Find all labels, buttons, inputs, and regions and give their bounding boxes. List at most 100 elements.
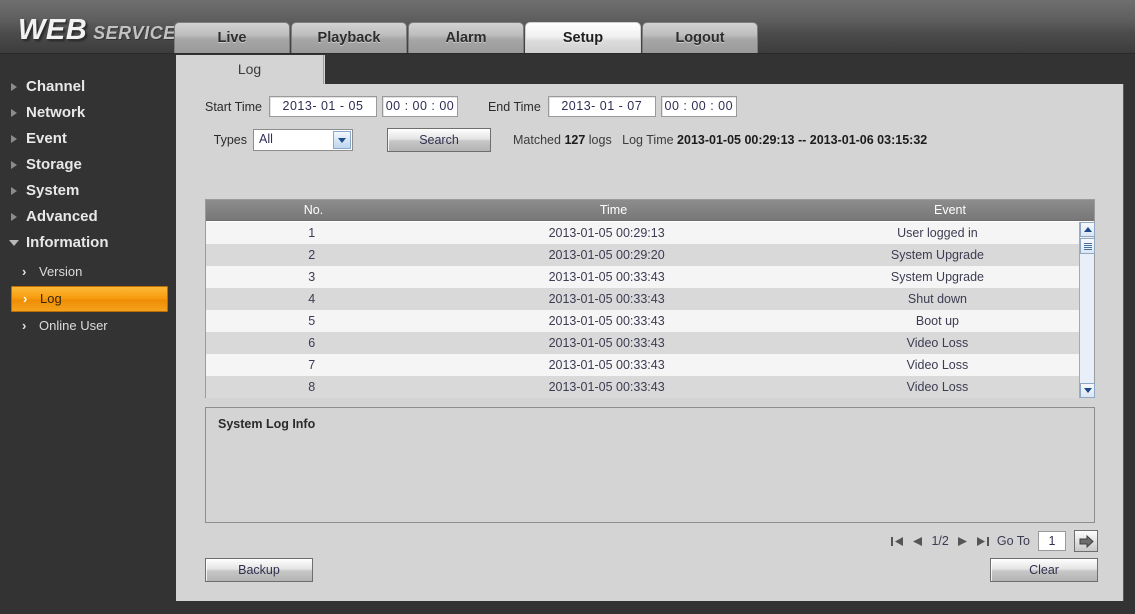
chevron-right-icon xyxy=(11,83,17,91)
log-table-scrollbar[interactable] xyxy=(1079,222,1095,398)
table-row[interactable]: 4 2013-01-05 00:33:43 Shut down xyxy=(206,288,1079,310)
sidebar-subitem-label: Online User xyxy=(39,318,108,333)
sidebar-item-system[interactable]: System xyxy=(0,178,175,204)
sidebar-item-information[interactable]: Information xyxy=(0,230,175,256)
sidebar-item-label: Event xyxy=(26,130,67,147)
logo-secondary-text: SERVICE xyxy=(93,23,176,43)
web-service-app: WEB SERVICE Live Playback Alarm Setup Log… xyxy=(0,0,1135,614)
go-arrow-icon[interactable] xyxy=(1074,530,1098,552)
app-logo: WEB SERVICE xyxy=(18,14,176,47)
cell-time: 2013-01-05 00:33:43 xyxy=(548,292,665,306)
sidebar-item-online-user[interactable]: › Online User xyxy=(11,313,168,339)
table-row[interactable]: 8 2013-01-05 00:33:43 Video Loss xyxy=(206,376,1079,398)
sidebar-item-log[interactable]: › Log xyxy=(11,286,168,312)
matched-prefix-label: Matched xyxy=(513,133,561,147)
nav-tab-playback[interactable]: Playback xyxy=(291,22,407,53)
prev-page-icon[interactable] xyxy=(912,536,923,547)
cell-time: 2013-01-05 00:33:43 xyxy=(548,270,665,284)
sidebar-subitem-label: Version xyxy=(39,264,83,279)
search-button[interactable]: Search xyxy=(387,128,491,152)
sidebar-item-channel[interactable]: Channel xyxy=(0,74,175,100)
cell-time: 2013-01-05 00:33:43 xyxy=(548,336,665,350)
goto-page-input[interactable]: 1 xyxy=(1038,531,1066,551)
time-range-row: Start Time 2013- 01 - 05 00 : 00 : 00 En… xyxy=(205,96,737,117)
chevron-right-icon xyxy=(11,109,17,117)
table-row[interactable]: 7 2013-01-05 00:33:43 Video Loss xyxy=(206,354,1079,376)
backup-button[interactable]: Backup xyxy=(205,558,313,582)
log-page-body: Start Time 2013- 01 - 05 00 : 00 : 00 En… xyxy=(176,84,1124,601)
nav-tab-alarm[interactable]: Alarm xyxy=(408,22,524,53)
types-label: Types xyxy=(213,133,247,147)
sidebar-item-label: Channel xyxy=(26,78,86,95)
tabstrip-filler xyxy=(325,55,1124,84)
log-table: No. Time Event 1 2013-01-05 00:29:13 Use… xyxy=(205,199,1095,398)
scroll-down-icon[interactable] xyxy=(1080,383,1095,398)
matched-logs-status: Matched 127 logs Log Time 2013-01-05 00:… xyxy=(513,133,927,147)
start-time-label: Start Time xyxy=(205,99,262,114)
next-page-icon[interactable] xyxy=(957,536,968,547)
chevron-down-icon xyxy=(9,240,19,246)
chevron-down-icon[interactable] xyxy=(333,131,351,149)
start-date-input[interactable]: 2013- 01 - 05 xyxy=(268,96,377,117)
types-select[interactable]: All xyxy=(253,129,353,151)
sidebar-item-network[interactable]: Network xyxy=(0,100,175,126)
cell-time: 2013-01-05 00:33:43 xyxy=(548,314,665,328)
content-panel: Log Start Time 2013- 01 - 05 00 : 00 : 0… xyxy=(176,55,1124,601)
log-table-header: No. Time Event xyxy=(206,200,1094,221)
scroll-up-icon[interactable] xyxy=(1080,222,1095,237)
table-row[interactable]: 5 2013-01-05 00:33:43 Boot up xyxy=(206,310,1079,332)
chevron-right-icon xyxy=(11,187,17,195)
sidebar-item-version[interactable]: › Version xyxy=(11,259,168,285)
column-header-time: Time xyxy=(599,203,628,217)
log-time-label: Log Time xyxy=(622,133,674,147)
table-row[interactable]: 1 2013-01-05 00:29:13 User logged in xyxy=(206,222,1079,244)
chevron-right-small-icon: › xyxy=(23,291,28,306)
log-time-range-value: 2013-01-05 00:29:13 -- 2013-01-06 03:15:… xyxy=(677,133,928,147)
cell-no: 3 xyxy=(308,270,316,284)
cell-time: 2013-01-05 00:29:20 xyxy=(548,248,665,262)
nav-tab-setup[interactable]: Setup xyxy=(525,22,641,53)
table-row[interactable]: 6 2013-01-05 00:33:43 Video Loss xyxy=(206,332,1079,354)
main-nav-tabs: Live Playback Alarm Setup Logout xyxy=(174,22,758,53)
logo-primary-text: WEB xyxy=(18,14,88,46)
cell-no: 8 xyxy=(308,380,316,394)
column-header-event: Event xyxy=(934,203,966,217)
cell-time: 2013-01-05 00:33:43 xyxy=(548,380,665,394)
sidebar-item-label: Advanced xyxy=(26,208,98,225)
app-header: WEB SERVICE Live Playback Alarm Setup Log… xyxy=(0,0,1135,54)
end-time-label: End Time xyxy=(487,99,541,114)
end-clock-input[interactable]: 00 : 00 : 00 xyxy=(660,96,737,117)
start-clock-input[interactable]: 00 : 00 : 00 xyxy=(381,96,458,117)
cell-event: Video Loss xyxy=(906,358,969,372)
nav-tab-live[interactable]: Live xyxy=(174,22,290,53)
table-row[interactable]: 2 2013-01-05 00:29:20 System Upgrade xyxy=(206,244,1079,266)
nav-tab-logout[interactable]: Logout xyxy=(642,22,758,53)
chevron-right-small-icon: › xyxy=(22,318,27,333)
end-date-input[interactable]: 2013- 01 - 07 xyxy=(547,96,656,117)
first-page-icon[interactable] xyxy=(891,536,904,547)
last-page-icon[interactable] xyxy=(976,536,989,547)
sidebar-item-advanced[interactable]: Advanced xyxy=(0,204,175,230)
matched-suffix-label: logs xyxy=(588,133,612,147)
backup-button-container: Backup xyxy=(205,558,313,582)
scrollbar-thumb[interactable] xyxy=(1080,238,1095,254)
tab-log[interactable]: Log xyxy=(176,55,324,84)
table-row[interactable]: 3 2013-01-05 00:33:43 System Upgrade xyxy=(206,266,1079,288)
chevron-right-small-icon: › xyxy=(22,264,27,279)
clear-button-container: Clear xyxy=(990,558,1098,582)
matched-count-value: 127 xyxy=(564,133,586,147)
sidebar-item-storage[interactable]: Storage xyxy=(0,152,175,178)
clear-button[interactable]: Clear xyxy=(990,558,1098,582)
chevron-right-icon xyxy=(11,135,17,143)
system-log-info-panel: System Log Info xyxy=(205,407,1095,523)
goto-label: Go To xyxy=(996,534,1030,548)
pagination-controls: 1/2 Go To 1 xyxy=(891,530,1098,552)
cell-time: 2013-01-05 00:29:13 xyxy=(548,226,665,240)
sidebar-item-event[interactable]: Event xyxy=(0,126,175,152)
page-indicator: 1/2 xyxy=(931,534,949,548)
sidebar-item-label: Storage xyxy=(26,156,82,173)
cell-event: Shut down xyxy=(907,292,967,306)
cell-no: 6 xyxy=(308,336,316,350)
sidebar-nav: Channel Network Event Storage System Adv… xyxy=(0,55,175,614)
log-table-body: 1 2013-01-05 00:29:13 User logged in 2 2… xyxy=(206,222,1079,398)
